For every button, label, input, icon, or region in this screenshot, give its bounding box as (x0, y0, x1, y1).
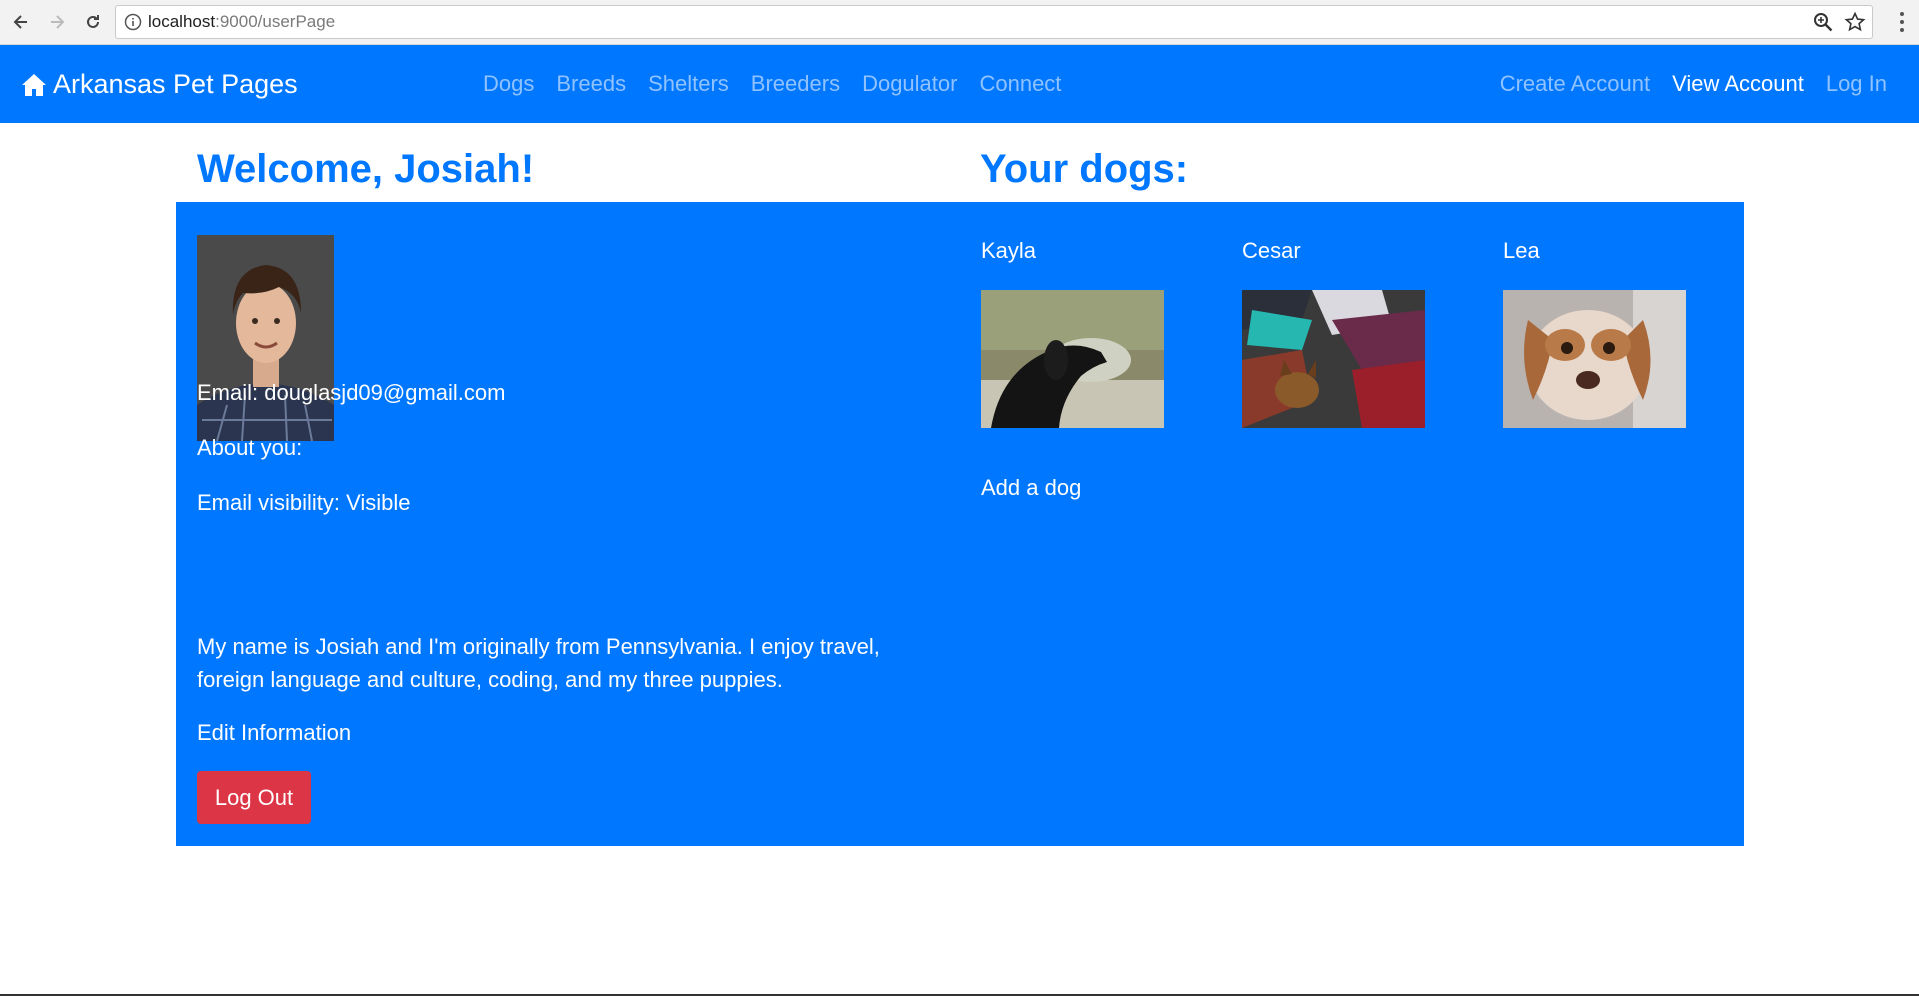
account-panel: Email: douglasjd09@gmail.com About you: … (176, 202, 1744, 846)
nav-link-breeds[interactable]: Breeds (556, 71, 626, 97)
add-dog-link[interactable]: Add a dog (981, 475, 1081, 501)
dog-photo[interactable] (1503, 290, 1686, 428)
dog-name[interactable]: Cesar (1242, 238, 1425, 264)
bio-text: My name is Josiah and I'm originally fro… (197, 634, 880, 692)
browser-menu-icon[interactable] (1899, 10, 1905, 34)
dog-card-lea[interactable]: Lea (1503, 238, 1686, 428)
back-arrow-icon (13, 15, 27, 29)
nav-link-dogs[interactable]: Dogs (483, 71, 534, 97)
avatar (197, 235, 334, 441)
email-text: Email: douglasjd09@gmail.com (197, 380, 506, 405)
account-nav: Create Account View Account Log In (1500, 71, 1887, 97)
edit-information-link[interactable]: Edit Information (197, 720, 351, 746)
nav-link-create-account[interactable]: Create Account (1500, 71, 1650, 97)
reload-icon (87, 15, 99, 28)
forward-arrow-icon (51, 15, 65, 29)
brand-title: Arkansas Pet Pages (53, 69, 298, 99)
log-out-button[interactable]: Log Out (197, 771, 311, 824)
email-visibility-text: Email visibility: Visible (197, 490, 411, 515)
url-path: :9000/userPage (215, 12, 336, 31)
welcome-heading: Welcome, Josiah! (197, 147, 535, 191)
nav-link-view-account[interactable]: View Account (1672, 71, 1804, 97)
brand-link[interactable]: Arkansas Pet Pages (21, 69, 298, 100)
reload-button[interactable] (78, 7, 108, 37)
url-host: localhost (148, 12, 216, 31)
your-dogs-heading: Your dogs: (980, 147, 1189, 191)
dog-name[interactable]: Lea (1503, 238, 1686, 264)
site-navbar: Arkansas Pet Pages Dogs Breeds Shelters … (0, 45, 1919, 123)
dog-name[interactable]: Kayla (981, 238, 1164, 264)
nav-link-log-in[interactable]: Log In (1826, 71, 1887, 97)
main-nav: Dogs Breeds Shelters Breeders Dogulator … (483, 71, 1061, 97)
address-bar[interactable]: localhost:9000/userPage (115, 5, 1873, 39)
about-label: About you: (197, 435, 303, 460)
dog-card-kayla[interactable]: Kayla (981, 238, 1164, 428)
bookmark-star-icon[interactable] (1844, 11, 1866, 33)
nav-link-shelters[interactable]: Shelters (648, 71, 729, 97)
home-icon (22, 73, 46, 96)
nav-link-dogulator[interactable]: Dogulator (862, 71, 957, 97)
browser-toolbar: localhost:9000/userPage (0, 0, 1919, 45)
nav-link-breeders[interactable]: Breeders (751, 71, 840, 97)
zoom-icon[interactable] (1812, 11, 1834, 33)
dog-photo[interactable] (981, 290, 1164, 428)
dog-card-cesar[interactable]: Cesar (1242, 238, 1425, 428)
dog-photo[interactable] (1242, 290, 1425, 428)
info-icon[interactable] (124, 13, 142, 31)
forward-button[interactable] (42, 7, 72, 37)
back-button[interactable] (6, 7, 36, 37)
nav-link-connect[interactable]: Connect (979, 71, 1061, 97)
